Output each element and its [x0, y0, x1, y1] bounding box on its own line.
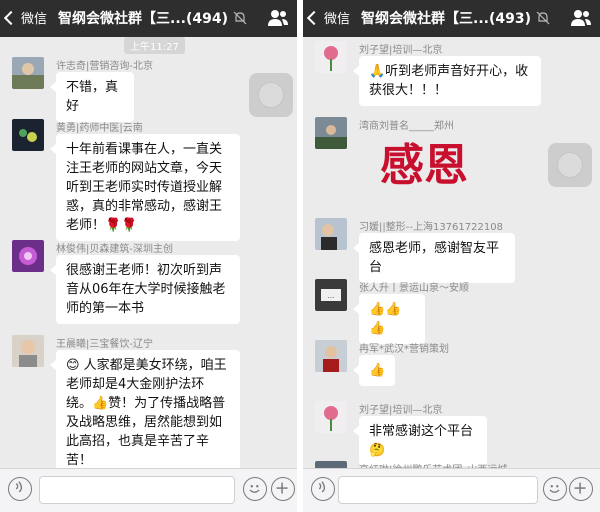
message-list[interactable]: 刘子望|培训—北京 🙏听到老师声音好开心，收获很大！！！ 湾商刘普名_____郑…: [303, 37, 600, 469]
message-bubble[interactable]: 不错，真好: [50, 72, 134, 122]
message-bubble[interactable]: 🙏听到老师声音好开心，收获很大！！！: [353, 56, 541, 106]
back-label: 微信: [21, 12, 48, 27]
chat-title: 智纲会微社群【三...(494): [58, 11, 228, 27]
voice-icon[interactable]: [8, 477, 32, 501]
sticker-text: 感恩: [380, 140, 468, 191]
avatar[interactable]: [12, 240, 44, 272]
message-bubble[interactable]: 👍: [353, 355, 395, 386]
chat-window-right: 微信 智纲会微社群【三...(493) 刘子望|培训—北京 🙏听到老师声音好开心…: [303, 0, 600, 512]
group-people-icon[interactable]: [267, 8, 289, 28]
avatar[interactable]: [315, 340, 347, 372]
mute-bell-icon: [536, 11, 550, 25]
sender-name: 刘子望|培训—北京: [359, 45, 443, 56]
svg-text:...: ...: [328, 292, 335, 300]
message-bubble[interactable]: 很感谢王老师！初次听到声音从06年在大学时候接触老师的第一本书: [50, 255, 240, 324]
avatar[interactable]: [12, 57, 44, 89]
message-list[interactable]: 上午11:27 许志奇|营销咨询-北京 不错，真好 黄勇|药师中医|云南 十年前…: [0, 37, 297, 469]
message-bubble[interactable]: 非常感谢这个平台🤔: [353, 416, 487, 466]
input-toolbar: [303, 468, 600, 512]
avatar[interactable]: [315, 401, 347, 433]
sender-name: 黄勇|药师中医|云南: [56, 123, 143, 134]
sender-name: 湾商刘普名_____郑州: [359, 121, 454, 132]
emoji-icon[interactable]: [543, 477, 567, 501]
message-bubble[interactable]: 👍👍👍: [353, 294, 425, 344]
timestamp-chip: 上午11:27: [124, 37, 185, 54]
sender-name: 习媛||整形--上海13761722108: [359, 222, 503, 233]
sender-name: 许志奇|营销咨询-北京: [56, 61, 153, 72]
avatar[interactable]: ...: [315, 279, 347, 311]
group-people-icon[interactable]: [570, 8, 592, 28]
floating-assistive-button[interactable]: [548, 143, 592, 187]
chevron-left-icon: [3, 10, 19, 25]
sender-name: 张人升丨景运山泉～安顺: [359, 283, 469, 294]
mute-bell-icon: [233, 11, 247, 25]
voice-icon[interactable]: [311, 477, 335, 501]
message-input[interactable]: [338, 476, 538, 504]
message-input[interactable]: [39, 476, 235, 504]
chevron-left-icon: [306, 10, 322, 25]
sender-name: 林俊伟|贝森建筑-深圳主创: [56, 244, 173, 255]
nav-bar: 微信 智纲会微社群【三...(493): [303, 0, 600, 37]
input-toolbar: [0, 468, 297, 512]
sticker-message[interactable]: 感恩: [359, 132, 489, 194]
avatar[interactable]: [12, 335, 44, 367]
message-bubble[interactable]: 😊 人家都是美女环绕，咱王老师却是4大金刚护法环绕。👍赞！为了传播战略普及战略思…: [50, 350, 240, 469]
back-button[interactable]: 微信: [306, 8, 351, 27]
avatar[interactable]: [315, 41, 347, 73]
message-bubble[interactable]: 十年前看课事在人，一直关注王老师的网站文章，今天听到王老师实时传道授业解惑，真的…: [50, 134, 240, 241]
floating-assistive-button[interactable]: [249, 73, 293, 117]
avatar[interactable]: [12, 119, 44, 151]
plus-icon[interactable]: [271, 477, 295, 501]
chat-title: 智纲会微社群【三...(493): [361, 11, 531, 27]
sender-name: 冉军*武汉*营销策划: [359, 344, 449, 355]
back-button[interactable]: 微信: [3, 8, 48, 27]
nav-bar: 微信 智纲会微社群【三...(494): [0, 0, 297, 37]
plus-icon[interactable]: [569, 477, 593, 501]
avatar[interactable]: [315, 117, 347, 149]
sender-name: 刘子望|培训—北京: [359, 405, 443, 416]
sender-name: 王晨曦|三宝餐饮-辽宁: [56, 339, 153, 350]
back-label: 微信: [324, 12, 351, 27]
chat-window-left: 微信 智纲会微社群【三...(494) 上午11:27 许志奇|营销咨询-北京 …: [0, 0, 297, 512]
message-bubble[interactable]: 感恩老师，感谢智友平台: [353, 233, 515, 283]
emoji-icon[interactable]: [243, 477, 267, 501]
avatar[interactable]: [315, 218, 347, 250]
